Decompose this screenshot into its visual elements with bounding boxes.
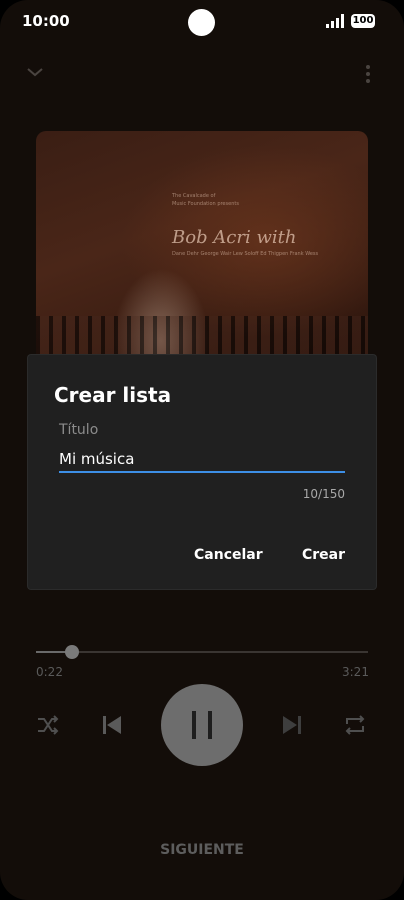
more-vert-icon[interactable] xyxy=(362,64,374,84)
total-duration: 3:21 xyxy=(342,665,369,679)
title-field-label: Título xyxy=(59,422,99,438)
create-button[interactable]: Crear xyxy=(302,547,345,563)
battery-icon: 100 xyxy=(351,14,375,28)
pause-icon xyxy=(192,711,212,739)
cancel-button[interactable]: Cancelar xyxy=(194,547,263,563)
album-small-text-2: Music Foundation presents xyxy=(172,201,239,207)
signal-icon xyxy=(326,14,344,28)
play-pause-button[interactable] xyxy=(161,684,243,766)
repeat-icon[interactable] xyxy=(343,714,367,736)
skip-next-icon[interactable] xyxy=(281,714,303,736)
album-small-text-1: The Cavalcade of xyxy=(172,193,216,199)
progress-bar[interactable] xyxy=(36,645,368,659)
up-next-tab[interactable]: SIGUIENTE xyxy=(0,842,404,858)
chevron-down-icon[interactable] xyxy=(26,66,44,78)
album-art: The Cavalcade of Music Foundation presen… xyxy=(36,131,368,371)
character-counter: 10/150 xyxy=(302,487,345,501)
elapsed-time: 0:22 xyxy=(36,665,63,679)
playlist-title-input[interactable] xyxy=(59,447,345,473)
dialog-title: Crear lista xyxy=(54,383,172,407)
camera-cutout xyxy=(188,9,215,36)
create-playlist-dialog: Crear lista Título 10/150 Cancelar Crear xyxy=(28,355,376,589)
shuffle-icon[interactable] xyxy=(36,714,60,736)
skip-previous-icon[interactable] xyxy=(101,714,123,736)
phone-screen: 10:00 100 The Cavalcade of Music Foundat… xyxy=(0,0,404,900)
progress-thumb[interactable] xyxy=(65,645,80,659)
status-bar: 10:00 100 xyxy=(0,0,404,44)
album-title: Bob Acri with xyxy=(172,227,297,248)
album-subtitle: Dane Dehr George Wair Lew Soloff Ed Thig… xyxy=(172,251,319,257)
status-time: 10:00 xyxy=(22,12,70,30)
